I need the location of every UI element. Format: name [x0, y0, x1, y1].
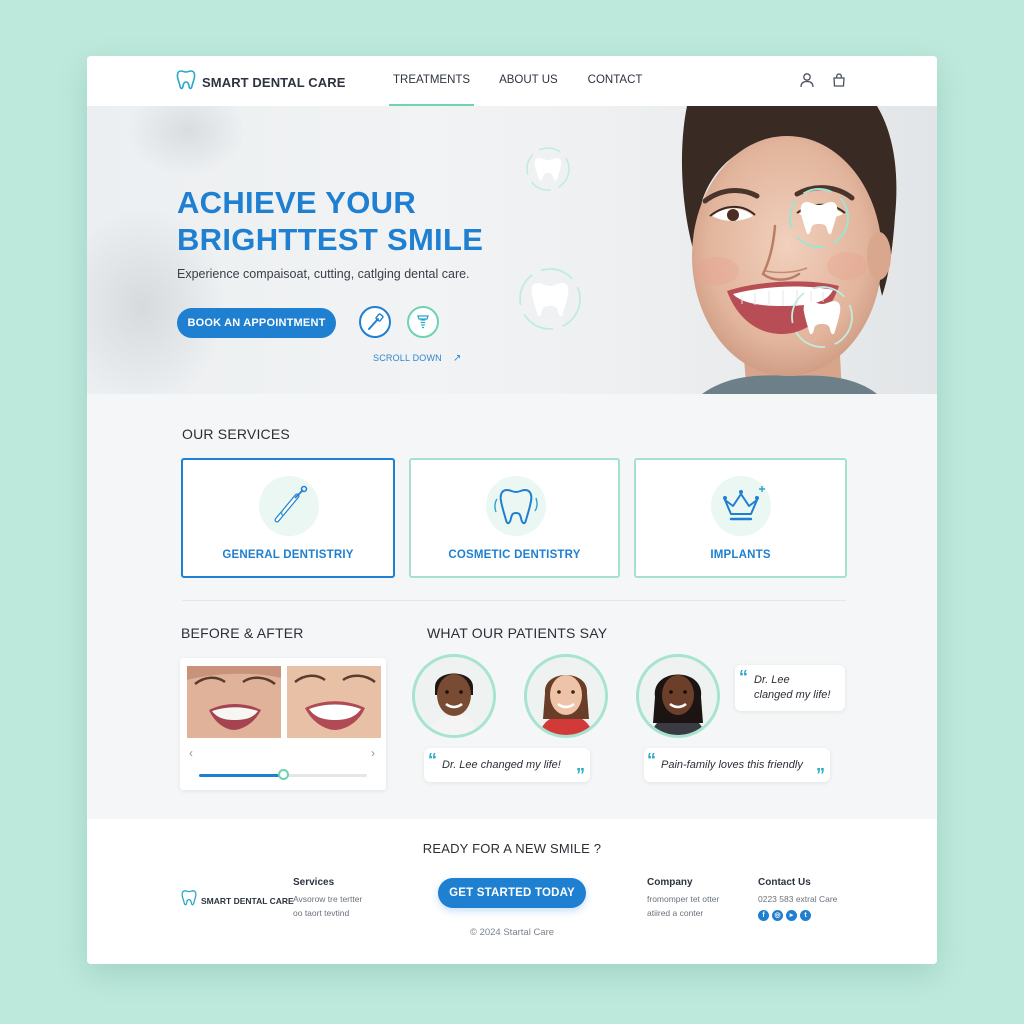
footer-contact-column: Contact Us 0223 583 extral Care f ◎ ▸ t: [758, 876, 837, 921]
brand-logo[interactable]: SMART DENTAL CARE: [176, 69, 346, 96]
cta-title: READY FOR A NEW SMILE ?: [422, 841, 602, 856]
page: SMART DENTAL CARE TREATMENTS ABOUT US CO…: [87, 56, 937, 964]
crown-icon: [711, 476, 771, 536]
brand-name: SMART DENTAL CARE: [202, 75, 346, 90]
hero-bg-blur: [127, 106, 247, 176]
before-after-title: BEFORE & AFTER: [181, 625, 304, 641]
twitter-icon[interactable]: t: [800, 910, 811, 921]
nav-contact[interactable]: CONTACT: [573, 56, 658, 106]
floating-tooth-icon: [789, 188, 849, 248]
nav-treatments[interactable]: TREATMENTS: [389, 56, 475, 106]
scroll-down-link[interactable]: SCROLL DOWN: [373, 353, 442, 363]
hero-title-line: BRIGHTTEST SMILE: [177, 222, 484, 257]
nav-about-us[interactable]: ABOUT US: [485, 56, 573, 106]
facebook-icon[interactable]: f: [758, 910, 769, 921]
floating-tooth-icon: [526, 147, 570, 191]
quote-close-icon: ”: [576, 765, 585, 785]
before-after-next-button[interactable]: ›: [371, 746, 375, 760]
quote-open-icon: “: [428, 750, 437, 770]
patient-avatar: [412, 654, 496, 738]
testimonials-title: WHAT OUR PATIENTS SAY: [427, 625, 608, 641]
service-card-cosmetic[interactable]: COSMETIC DENTISTRY: [409, 458, 620, 578]
footer-link[interactable]: oo taort tevtind: [293, 906, 362, 920]
testimonial-text: Dr. Lee changed my life!: [442, 759, 561, 771]
contact-phone: 0223 583 extral Care: [758, 894, 838, 904]
header-actions: [799, 72, 847, 93]
copyright: © 2024 Startal Care: [469, 927, 555, 938]
services-title: OUR SERVICES: [182, 426, 290, 442]
hero-subtitle: Experience compaisoat, cutting, catlging…: [177, 267, 470, 281]
instagram-icon[interactable]: ◎: [772, 910, 783, 921]
testimonial-bubble: “ Pain-family loves this friendly ”: [644, 748, 830, 785]
tooth-logo-icon: [176, 69, 196, 96]
footer-logo[interactable]: SMART DENTAL CARE: [181, 889, 294, 912]
footer-column-heading: Services: [293, 877, 335, 888]
testimonial-bubble: “ Dr. Lee clanged my life!: [735, 665, 845, 711]
testimonial-text: Pain-family loves this friendly: [661, 759, 803, 771]
user-icon[interactable]: [799, 72, 815, 93]
footer-column-heading: Contact Us: [758, 877, 811, 888]
service-label: COSMETIC DENTISTRY: [448, 549, 581, 561]
quote-open-icon: “: [739, 667, 748, 687]
comparison-slider-fill: [199, 774, 283, 777]
floating-tooth-icon: [791, 286, 853, 348]
before-after-slider: ‹ ›: [180, 658, 386, 790]
site-header: SMART DENTAL CARE TREATMENTS ABOUT US CO…: [87, 56, 937, 106]
toothbrush-button[interactable]: [359, 306, 391, 338]
patient-avatar: [524, 654, 608, 738]
before-smile-photo: [187, 666, 281, 738]
footer-link[interactable]: Avsorow tre tertter: [293, 892, 362, 906]
footer-company-column: Company fromomper tet otter atiired a co…: [647, 876, 719, 920]
tooth-logo-icon: [181, 889, 197, 912]
arrow-icon: ↗: [453, 353, 462, 364]
testimonial-bubble: “ Dr. Lee changed my life! ”: [424, 748, 590, 785]
hero-title-line: ACHIEVE YOUR: [177, 185, 417, 220]
quote-close-icon: ”: [816, 765, 825, 785]
footer-link[interactable]: atiired a conter: [647, 906, 719, 920]
footer-link[interactable]: fromomper tet otter: [647, 892, 719, 906]
youtube-icon[interactable]: ▸: [786, 910, 797, 921]
services-section: OUR SERVICES GENERAL DENTISTRIY COSMETIC…: [87, 394, 937, 819]
comparison-slider-track[interactable]: [199, 769, 367, 780]
book-appointment-button[interactable]: BOOK AN APPOINTMENT: [177, 308, 336, 338]
footer-services-column: Services Avsorow tre tertter oo taort te…: [293, 876, 362, 920]
footer-column-heading: Company: [647, 877, 693, 888]
service-card-general[interactable]: GENERAL DENTISTRIY: [181, 458, 395, 578]
before-after-prev-button[interactable]: ‹: [189, 746, 193, 760]
testimonial-text: Dr. Lee: [754, 674, 790, 686]
main-nav: TREATMENTS ABOUT US CONTACT: [389, 56, 657, 106]
get-started-button[interactable]: GET STARTED TODAY: [438, 878, 586, 908]
implant-button[interactable]: [407, 306, 439, 338]
site-footer: READY FOR A NEW SMILE ? GET STARTED TODA…: [87, 819, 937, 964]
testimonial-text: clanged my life!: [754, 689, 831, 701]
smiling-woman-photo: [577, 106, 937, 394]
hero-section: ACHIEVE YOUR BRIGHTTEST SMILE Experience…: [87, 106, 937, 394]
floating-tooth-icon: [519, 268, 581, 330]
bag-icon[interactable]: [831, 72, 847, 93]
footer-brand-name: SMART DENTAL CARE: [201, 895, 294, 906]
after-smile-photo: [287, 666, 381, 738]
service-label: GENERAL DENTISTRIY: [222, 549, 354, 561]
service-card-implants[interactable]: IMPLANTS: [634, 458, 847, 578]
patient-avatar: [636, 654, 720, 738]
social-links: f ◎ ▸ t: [758, 910, 837, 921]
dental-drill-icon: [259, 476, 319, 536]
service-label: IMPLANTS: [710, 549, 771, 561]
tooth-sparkle-icon: [486, 476, 546, 536]
quote-open-icon: “: [647, 750, 656, 770]
section-divider: [182, 600, 846, 601]
hero-title: ACHIEVE YOUR BRIGHTTEST SMILE: [177, 184, 483, 258]
comparison-slider-handle[interactable]: [278, 769, 289, 780]
